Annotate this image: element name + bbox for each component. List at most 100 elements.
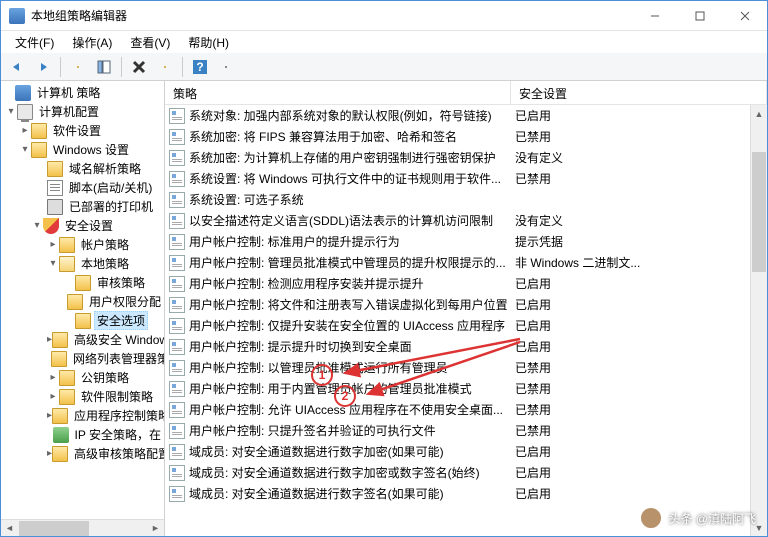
policy-icon <box>169 150 185 166</box>
list-row[interactable]: 用户帐户控制: 只提升签名并验证的可执行文件已禁用 <box>165 420 767 441</box>
menu-action[interactable]: 操作(A) <box>64 32 120 53</box>
policy-setting: 已禁用 <box>515 128 767 145</box>
list-row[interactable]: 域成员: 对安全通道数据进行数字加密(如果可能)已启用 <box>165 441 767 462</box>
list-row[interactable]: 系统对象: 加强内部系统对象的默认权限(例如，符号链接)已启用 <box>165 105 767 126</box>
policy-icon <box>169 213 185 229</box>
nav-tree[interactable]: 计算机 策略 ▾计算机配置 ▸软件设置 ▾Windows 设置 域名解析策略 脚… <box>1 81 164 519</box>
scroll-thumb[interactable] <box>752 152 766 272</box>
tree-scrollbar-horizontal[interactable]: ◄ ► <box>1 519 164 536</box>
menu-help[interactable]: 帮助(H) <box>180 32 237 53</box>
policy-icon <box>169 423 185 439</box>
tree-audit-policy[interactable]: 审核策略 <box>1 273 164 292</box>
tree-app-control[interactable]: ▸应用程序控制策略 <box>1 406 164 425</box>
tree-security-options[interactable]: 安全选项 <box>1 311 164 330</box>
help-button[interactable]: ? <box>188 55 212 79</box>
tree-security-settings[interactable]: ▾安全设置 <box>1 216 164 235</box>
tree-dns-policy[interactable]: 域名解析策略 <box>1 159 164 178</box>
policy-setting: 已启用 <box>515 485 767 502</box>
tree-windows-settings[interactable]: ▾Windows 设置 <box>1 140 164 159</box>
policy-name: 用户帐户控制: 标准用户的提升提示行为 <box>189 233 515 250</box>
window-title: 本地组策略编辑器 <box>31 7 632 24</box>
scroll-thumb[interactable] <box>19 521 89 536</box>
list-row[interactable]: 系统加密: 为计算机上存储的用户密钥强制进行强密钥保护没有定义 <box>165 147 767 168</box>
list-row[interactable]: 用户帐户控制: 仅提升安装在安全位置的 UIAccess 应用程序已启用 <box>165 315 767 336</box>
column-setting[interactable]: 安全设置 <box>511 81 767 104</box>
policy-icon <box>169 444 185 460</box>
tree-advanced-security[interactable]: ▸高级安全 Windows <box>1 330 164 349</box>
maximize-button[interactable] <box>677 1 722 30</box>
delete-button[interactable] <box>127 55 151 79</box>
tree-user-rights[interactable]: 用户权限分配 <box>1 292 164 311</box>
export-button[interactable] <box>153 55 177 79</box>
policy-setting: 已启用 <box>515 464 767 481</box>
tree-account-policies[interactable]: ▸帐户策略 <box>1 235 164 254</box>
menu-view[interactable]: 查看(V) <box>122 32 178 53</box>
policy-setting: 非 Windows 二进制文... <box>515 254 767 271</box>
list-row[interactable]: 域成员: 对安全通道数据进行数字加密或数字签名(始终)已启用 <box>165 462 767 483</box>
policy-setting: 已启用 <box>515 275 767 292</box>
list-row[interactable]: 系统加密: 将 FIPS 兼容算法用于加密、哈希和签名已禁用 <box>165 126 767 147</box>
policy-icon <box>169 108 185 124</box>
policy-setting: 已禁用 <box>515 170 767 187</box>
watermark-avatar <box>640 507 662 529</box>
list-row[interactable]: 以安全描述符定义语言(SDDL)语法表示的计算机访问限制没有定义 <box>165 210 767 231</box>
tree-advanced-audit[interactable]: ▸高级审核策略配置 <box>1 444 164 463</box>
policy-icon <box>169 318 185 334</box>
tree-network-list[interactable]: 网络列表管理器策略 <box>1 349 164 368</box>
list-pane: 策略 安全设置 系统对象: 加强内部系统对象的默认权限(例如，符号链接)已启用系… <box>165 81 767 536</box>
list-row[interactable]: 用户帐户控制: 允许 UIAccess 应用程序在不使用安全桌面...已禁用 <box>165 399 767 420</box>
properties-button[interactable] <box>214 55 238 79</box>
tree-root[interactable]: 计算机 策略 <box>1 83 164 102</box>
menubar: 文件(F) 操作(A) 查看(V) 帮助(H) <box>1 31 767 53</box>
policy-icon <box>169 129 185 145</box>
minimize-button[interactable] <box>632 1 677 30</box>
menu-file[interactable]: 文件(F) <box>7 32 62 53</box>
list-row[interactable]: 系统设置: 将 Windows 可执行文件中的证书规则用于软件...已禁用 <box>165 168 767 189</box>
policy-setting: 已启用 <box>515 107 767 124</box>
policy-name: 用户帐户控制: 将文件和注册表写入错误虚拟化到每用户位置 <box>189 296 515 313</box>
scroll-right-icon[interactable]: ► <box>147 521 164 536</box>
policy-name: 用户帐户控制: 只提升签名并验证的可执行文件 <box>189 422 515 439</box>
list-row[interactable]: 用户帐户控制: 标准用户的提升提示行为提示凭据 <box>165 231 767 252</box>
list-row[interactable]: 用户帐户控制: 用于内置管理员帐户的管理员批准模式已禁用 <box>165 378 767 399</box>
scroll-up-icon[interactable]: ▲ <box>751 105 767 122</box>
tree-public-key[interactable]: ▸公钥策略 <box>1 368 164 387</box>
list-row[interactable]: 用户帐户控制: 将文件和注册表写入错误虚拟化到每用户位置已启用 <box>165 294 767 315</box>
back-button[interactable] <box>5 55 29 79</box>
list-row[interactable]: 用户帐户控制: 以管理员批准模式运行所有管理员已禁用 <box>165 357 767 378</box>
policy-name: 域成员: 对安全通道数据进行数字签名(如果可能) <box>189 485 515 502</box>
policy-setting: 已启用 <box>515 317 767 334</box>
tree-printers[interactable]: 已部署的打印机 <box>1 197 164 216</box>
policy-icon <box>169 171 185 187</box>
tree-local-policies[interactable]: ▾本地策略 <box>1 254 164 273</box>
scroll-left-icon[interactable]: ◄ <box>1 521 18 536</box>
list-row[interactable]: 用户帐户控制: 检测应用程序安装并提示提升已启用 <box>165 273 767 294</box>
tree-software-restriction[interactable]: ▸软件限制策略 <box>1 387 164 406</box>
list-row[interactable]: 系统设置: 可选子系统 <box>165 189 767 210</box>
tree-ip-security[interactable]: IP 安全策略，在 <box>1 425 164 444</box>
policy-name: 用户帐户控制: 管理员批准模式中管理员的提升权限提示的... <box>189 254 515 271</box>
tree-pane: 计算机 策略 ▾计算机配置 ▸软件设置 ▾Windows 设置 域名解析策略 脚… <box>1 81 165 536</box>
main-window: 本地组策略编辑器 文件(F) 操作(A) 查看(V) 帮助(H) ? 计算机 策… <box>0 0 768 537</box>
forward-button[interactable] <box>31 55 55 79</box>
policy-name: 域成员: 对安全通道数据进行数字加密(如果可能) <box>189 443 515 460</box>
policy-name: 以安全描述符定义语言(SDDL)语法表示的计算机访问限制 <box>189 212 515 229</box>
tree-scripts[interactable]: 脚本(启动/关机) <box>1 178 164 197</box>
policy-icon <box>169 255 185 271</box>
list-scrollbar-vertical[interactable]: ▲ ▼ <box>750 105 767 536</box>
list-row[interactable]: 域成员: 对安全通道数据进行数字签名(如果可能)已启用 <box>165 483 767 504</box>
show-hide-tree-button[interactable] <box>92 55 116 79</box>
policy-setting: 没有定义 <box>515 149 767 166</box>
list-row[interactable]: 用户帐户控制: 提示提升时切换到安全桌面已启用 <box>165 336 767 357</box>
policy-name: 系统设置: 将 Windows 可执行文件中的证书规则用于软件... <box>189 170 515 187</box>
close-button[interactable] <box>722 1 767 30</box>
column-policy[interactable]: 策略 <box>165 81 511 104</box>
list-row[interactable]: 用户帐户控制: 管理员批准模式中管理员的提升权限提示的...非 Windows … <box>165 252 767 273</box>
tree-software-settings[interactable]: ▸软件设置 <box>1 121 164 140</box>
list-body[interactable]: 系统对象: 加强内部系统对象的默认权限(例如，符号链接)已启用系统加密: 将 F… <box>165 105 767 536</box>
policy-icon <box>169 339 185 355</box>
policy-setting: 已禁用 <box>515 380 767 397</box>
policy-setting: 已禁用 <box>515 401 767 418</box>
up-button[interactable] <box>66 55 90 79</box>
tree-computer-config[interactable]: ▾计算机配置 <box>1 102 164 121</box>
